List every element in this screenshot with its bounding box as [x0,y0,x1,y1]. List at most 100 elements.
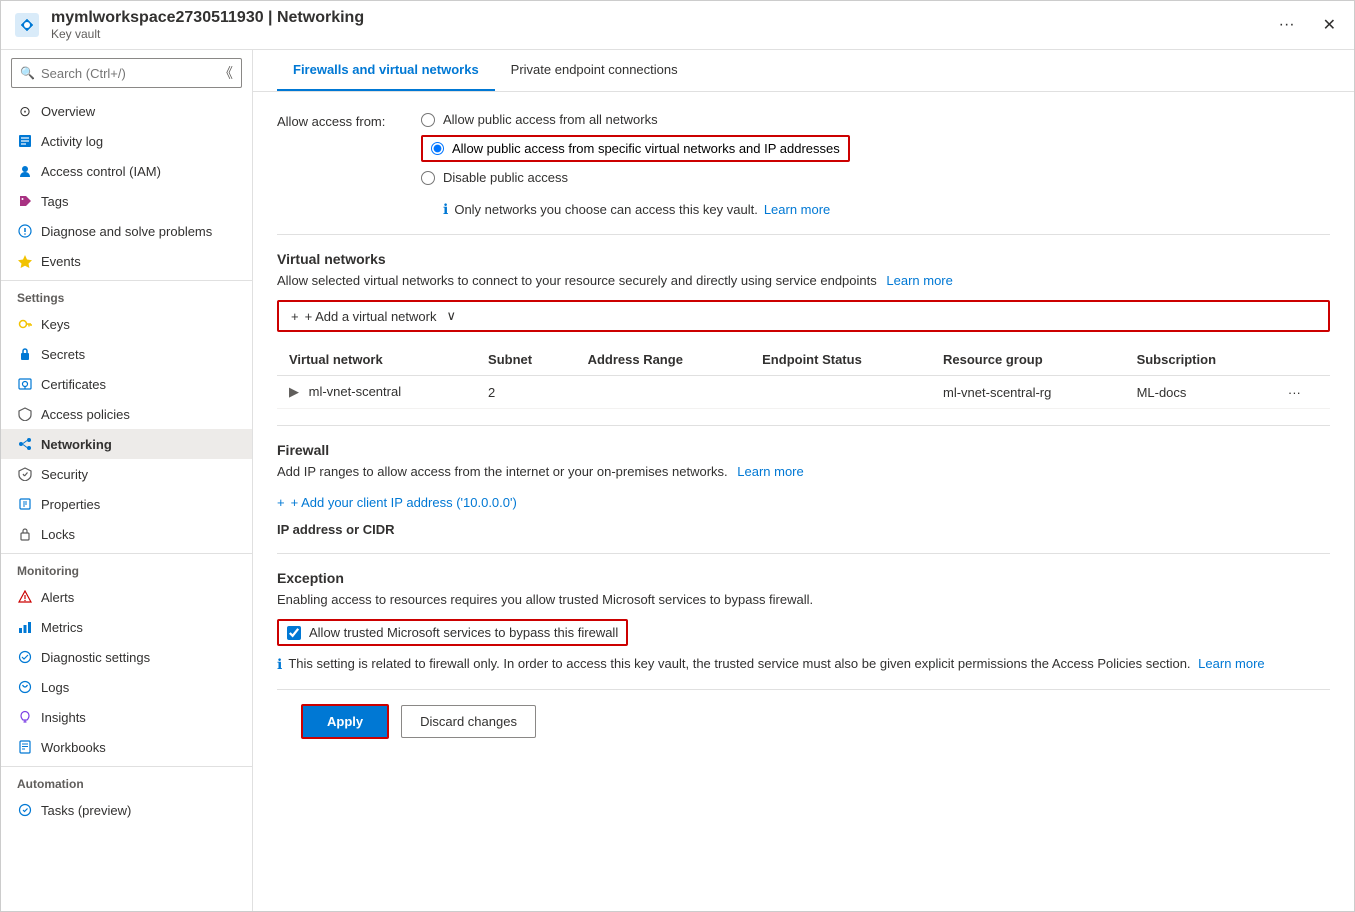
col-subnet: Subnet [476,344,576,376]
more-options-icon[interactable]: ··· [1273,12,1301,38]
add-ip-button[interactable]: + + Add your client IP address ('10.0.0.… [277,491,1330,514]
vnet-resource-group: ml-vnet-scentral-rg [931,376,1125,409]
radio-all-networks[interactable]: Allow public access from all networks [421,112,850,127]
exception-info-row: ℹ This setting is related to firewall on… [277,656,1330,673]
search-input[interactable] [41,66,219,81]
nav-label-insights: Insights [41,710,86,725]
nav-item-keys[interactable]: Keys [1,309,252,339]
ip-input-label: IP address or CIDR [277,522,1330,537]
exception-checkbox-container: Allow trusted Microsoft services to bypa… [277,619,628,646]
page-title: mymlworkspace2730511930 | Networking [51,9,364,27]
nav-label-properties: Properties [41,497,100,512]
nav-item-workbooks[interactable]: Workbooks [1,732,252,762]
nav-item-networking[interactable]: Networking [1,429,252,459]
radio-disable[interactable]: Disable public access [421,170,850,185]
vnet-row-more[interactable]: ··· [1276,376,1330,409]
nav-label-tags: Tags [41,194,68,209]
search-box[interactable]: 🔍 《 [11,58,242,88]
diagnose-icon [17,223,33,239]
nav-label-diagnostic-settings: Diagnostic settings [41,650,150,665]
nav-item-tags[interactable]: Tags [1,186,252,216]
nav-item-insights[interactable]: Insights [1,702,252,732]
nav-item-locks[interactable]: Locks [1,519,252,549]
nav-item-diagnose[interactable]: Diagnose and solve problems [1,216,252,246]
exception-checkbox[interactable] [287,626,301,640]
nav-label-alerts: Alerts [41,590,74,605]
nav-item-security[interactable]: Security [1,459,252,489]
nav-item-certificates[interactable]: Certificates [1,369,252,399]
vnet-expand-icon[interactable]: ▶ [289,384,299,399]
exception-checkbox-label: Allow trusted Microsoft services to bypa… [309,625,618,640]
access-learn-more[interactable]: Learn more [764,202,830,217]
exception-learn-more[interactable]: Learn more [1198,656,1264,671]
access-policies-icon [17,406,33,422]
discard-button[interactable]: Discard changes [401,705,536,738]
nav-item-activity-log[interactable]: Activity log [1,126,252,156]
col-actions [1276,344,1330,376]
add-vnet-chevron-icon: ∨ [446,308,456,324]
nav-item-metrics[interactable]: Metrics [1,612,252,642]
nav-label-access-policies: Access policies [41,407,130,422]
nav-label-certificates: Certificates [41,377,106,392]
metrics-icon [17,619,33,635]
title-text: mymlworkspace2730511930 | Networking Key… [51,9,364,41]
nav-item-access-control[interactable]: Access control (IAM) [1,156,252,186]
col-resource-group: Resource group [931,344,1125,376]
nav-label-metrics: Metrics [41,620,83,635]
apply-button[interactable]: Apply [301,704,389,739]
nav-label-locks: Locks [41,527,75,542]
nav-item-tasks[interactable]: Tasks (preview) [1,795,252,825]
nav-label-access-control: Access control (IAM) [41,164,161,179]
diagnostic-settings-icon [17,649,33,665]
vnet-table-row: ▶ ml-vnet-scentral 2 ml-vnet-scentral-rg… [277,376,1330,409]
nav-label-logs: Logs [41,680,69,695]
content-area: Allow access from: Allow public access f… [253,92,1354,773]
nav-item-properties[interactable]: Properties [1,489,252,519]
security-icon [17,466,33,482]
nav-item-access-policies[interactable]: Access policies [1,399,252,429]
collapse-icon[interactable]: 《 [219,63,233,83]
radio-specific-networks-label: Allow public access from specific virtua… [452,141,840,156]
vnet-learn-more[interactable]: Learn more [886,273,952,288]
vnet-address-range [576,376,751,409]
page-subtitle: Key vault [51,27,364,41]
logs-icon [17,679,33,695]
col-address-range: Address Range [576,344,751,376]
firewall-learn-more[interactable]: Learn more [737,464,803,479]
vnet-table-header-row: Virtual network Subnet Address Range End… [277,344,1330,376]
insights-icon [17,709,33,725]
vnet-name: ml-vnet-scentral [309,384,401,399]
info-icon-exception: ℹ [277,656,282,673]
tab-private-endpoints[interactable]: Private endpoint connections [495,50,694,91]
nav-item-secrets[interactable]: Secrets [1,339,252,369]
access-from-section: Allow access from: Allow public access f… [277,112,1330,218]
radio-specific-networks-container: Allow public access from specific virtua… [421,135,850,162]
nav-item-alerts[interactable]: Alerts [1,582,252,612]
vnet-table: Virtual network Subnet Address Range End… [277,344,1330,409]
col-endpoint-status: Endpoint Status [750,344,931,376]
nav-item-events[interactable]: Events [1,246,252,276]
tab-firewalls[interactable]: Firewalls and virtual networks [277,50,495,91]
main-content: Firewalls and virtual networks Private e… [253,50,1354,911]
section-monitoring: Monitoring [1,553,252,582]
app-icon [13,11,41,39]
nav-label-workbooks: Workbooks [41,740,106,755]
nav-label-keys: Keys [41,317,70,332]
vnet-subnet: 2 [476,376,576,409]
nav-item-logs[interactable]: Logs [1,672,252,702]
nav-item-overview[interactable]: ⊙ Overview [1,96,252,126]
virtual-networks-section: Virtual networks Allow selected virtual … [277,251,1330,409]
add-vnet-label: + Add a virtual network [305,309,437,324]
firewall-desc: Add IP ranges to allow access from the i… [277,464,1330,479]
radio-disable-input[interactable] [421,171,435,185]
radio-disable-label: Disable public access [443,170,568,185]
radio-all-networks-input[interactable] [421,113,435,127]
nav-label-secrets: Secrets [41,347,85,362]
exception-desc: Enabling access to resources requires yo… [277,592,1330,607]
sidebar: 🔍 《 ⊙ Overview Activity log Access contr… [1,50,253,911]
radio-specific-networks-input[interactable] [431,142,444,155]
nav-item-diagnostic-settings[interactable]: Diagnostic settings [1,642,252,672]
properties-icon [17,496,33,512]
close-icon[interactable]: ✕ [1317,11,1342,39]
add-virtual-network-button[interactable]: + + Add a virtual network ∨ [277,300,1330,332]
